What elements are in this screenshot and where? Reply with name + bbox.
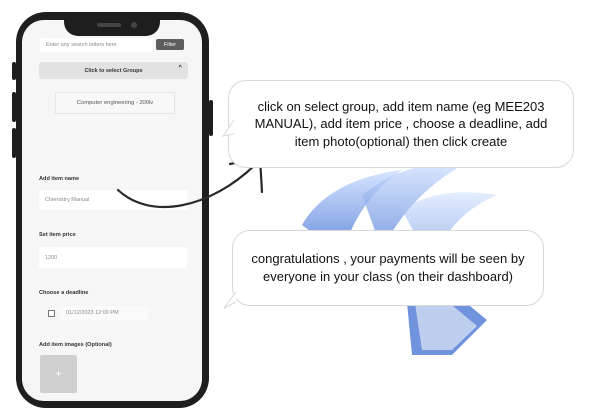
- speaker-grille: [97, 23, 121, 27]
- select-groups-label: Click to select Groups: [84, 67, 143, 74]
- plus-icon: +: [55, 368, 62, 380]
- phone-power-button: [209, 100, 213, 136]
- search-input[interactable]: Enter any search letters here: [40, 38, 152, 52]
- confirmation-text: congratulations , your payments will be …: [251, 251, 525, 284]
- deadline-label: Choose a deadline: [39, 290, 89, 296]
- item-price-value: 1200: [45, 254, 58, 261]
- confirmation-callout-tail: [223, 291, 237, 309]
- group-option[interactable]: Computer engineering - 200lv: [55, 92, 175, 114]
- item-price-input[interactable]: 1200: [39, 247, 187, 268]
- instruction-callout: click on select group, add item name (eg…: [228, 80, 574, 168]
- filter-button[interactable]: Filter: [156, 39, 184, 50]
- confirmation-callout: congratulations , your payments will be …: [232, 230, 544, 306]
- instruction-text: click on select group, add item name (eg…: [254, 98, 548, 149]
- deadline-input[interactable]: 01/12/2023 12:00 PM: [60, 306, 148, 320]
- camera-icon: [131, 22, 137, 28]
- deadline-value: 01/12/2023 12:00 PM: [66, 310, 119, 316]
- chevron-up-icon: ^: [178, 65, 182, 71]
- item-images-label: Add item images (Optional): [39, 342, 112, 348]
- instruction-callout-tail: [222, 119, 235, 137]
- select-groups-button[interactable]: Click to select Groups ^: [39, 62, 188, 79]
- deadline-checkbox[interactable]: [48, 310, 55, 317]
- item-name-label: Add item name: [39, 176, 80, 182]
- item-price-label: Set item price: [39, 232, 76, 238]
- item-name-value: Chemistry Manual: [45, 197, 90, 203]
- add-image-button[interactable]: +: [40, 355, 77, 393]
- search-placeholder: Enter any search letters here: [46, 42, 117, 48]
- phone-notch: [64, 14, 160, 36]
